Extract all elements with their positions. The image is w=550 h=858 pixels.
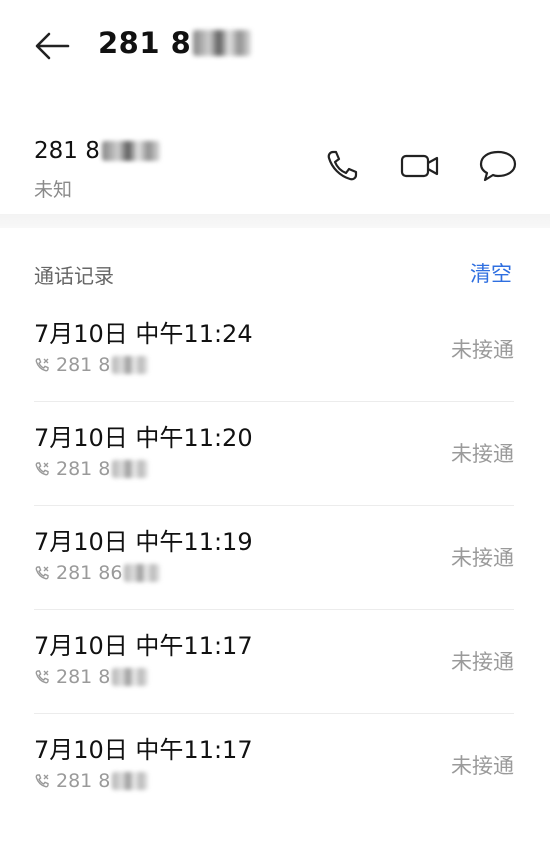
missed-call-icon	[34, 669, 50, 685]
call-record[interactable]: 7月10日 中午11:20 281 8 未接通	[34, 402, 514, 506]
call-number: 281 8	[56, 354, 111, 376]
call-time: 7月10日 中午11:17	[34, 736, 253, 764]
call-number-row: 281 8	[34, 354, 149, 376]
call-record[interactable]: 7月10日 中午11:17 281 8 未接通	[34, 714, 514, 817]
contact-card: 281 8 未知	[0, 120, 550, 215]
contact-label: 未知	[34, 179, 73, 201]
call-number-row: 281 86	[34, 562, 161, 584]
call-status: 未接通	[451, 338, 514, 362]
call-log-header: 通话记录 清空	[0, 252, 550, 292]
call-time: 7月10日 中午11:24	[34, 320, 253, 348]
clear-button[interactable]: 清空	[470, 258, 512, 288]
missed-call-icon	[34, 461, 50, 477]
call-log-title: 通话记录	[34, 264, 114, 288]
call-record[interactable]: 7月10日 中午11:24 281 8 未接通	[34, 298, 514, 402]
call-button[interactable]	[320, 144, 364, 188]
call-number: 281 8	[56, 666, 111, 688]
message-button[interactable]	[476, 144, 520, 188]
video-call-button[interactable]	[398, 144, 442, 188]
missed-call-icon	[34, 773, 50, 789]
call-record-list: 7月10日 中午11:24 281 8 未接通 7月10日 中午11:20 28…	[34, 298, 514, 817]
redacted-digits	[101, 141, 160, 161]
call-time: 7月10日 中午11:19	[34, 528, 253, 556]
missed-call-icon	[34, 565, 50, 581]
phone-icon	[327, 150, 358, 181]
top-bar: 281 8	[0, 0, 550, 95]
contact-number-text: 281 8	[34, 138, 100, 164]
redacted-digits	[193, 30, 252, 56]
back-button[interactable]	[30, 24, 74, 68]
back-arrow-icon	[35, 32, 70, 60]
call-number-row: 281 8	[34, 666, 149, 688]
redacted-digits	[112, 668, 149, 686]
message-icon	[479, 150, 517, 182]
call-status: 未接通	[451, 442, 514, 466]
page-title: 281 8	[98, 26, 252, 60]
call-number-row: 281 8	[34, 770, 149, 792]
redacted-digits	[112, 772, 149, 790]
redacted-digits	[124, 564, 161, 582]
contact-number: 281 8	[34, 138, 160, 164]
title-number: 281 8	[98, 26, 192, 60]
video-call-icon	[400, 154, 439, 178]
call-number: 281 8	[56, 770, 111, 792]
contact-actions	[320, 144, 520, 188]
call-status: 未接通	[451, 650, 514, 674]
missed-call-icon	[34, 357, 50, 373]
redacted-digits	[112, 460, 149, 478]
call-number-row: 281 8	[34, 458, 149, 480]
call-status: 未接通	[451, 754, 514, 778]
call-record[interactable]: 7月10日 中午11:17 281 8 未接通	[34, 610, 514, 714]
call-time: 7月10日 中午11:20	[34, 424, 253, 452]
call-record[interactable]: 7月10日 中午11:19 281 86 未接通	[34, 506, 514, 610]
call-number: 281 86	[56, 562, 123, 584]
call-time: 7月10日 中午11:17	[34, 632, 253, 660]
section-divider	[0, 214, 550, 228]
redacted-digits	[112, 356, 149, 374]
call-number: 281 8	[56, 458, 111, 480]
call-status: 未接通	[451, 546, 514, 570]
